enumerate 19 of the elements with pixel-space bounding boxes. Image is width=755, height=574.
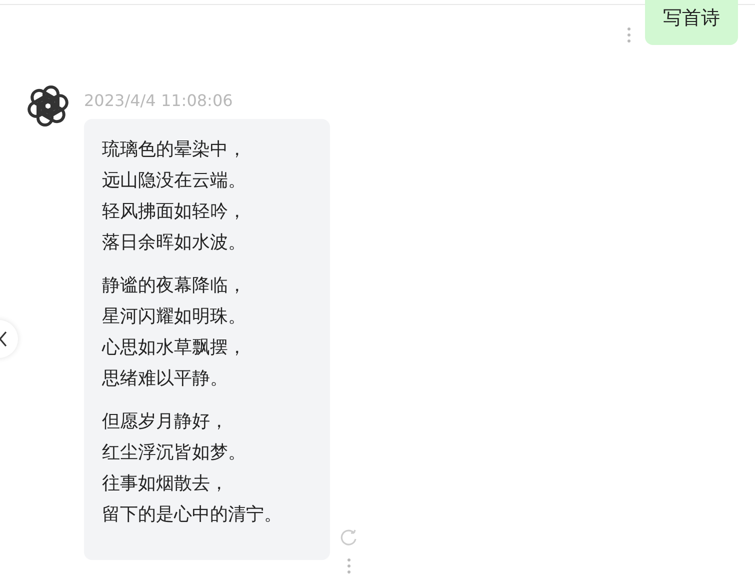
user-message: 写首诗 — [645, 0, 738, 45]
poem-line: 心思如水草飘摆， — [102, 336, 247, 360]
poem-line: 留下的是心中的清宁。 — [102, 503, 283, 527]
poem-line: 落日余晖如水波。 — [102, 231, 247, 255]
timestamp: 2023/4/4 11:08:06 — [84, 91, 234, 112]
poem-line: 但愿岁月静好， — [102, 410, 229, 434]
more-icon[interactable] — [347, 558, 351, 574]
chevron-left-icon — [0, 331, 8, 347]
poem-line: 星河闪耀如明珠。 — [102, 305, 247, 329]
poem-line: 远山隐没在云端。 — [102, 169, 247, 193]
poem-line: 往事如烟散去， — [102, 472, 229, 496]
poem-line: 静谧的夜幕降临， — [102, 274, 247, 298]
knot-icon — [27, 85, 69, 127]
poem-line: 思绪难以平静。 — [102, 367, 229, 391]
poem-line: 红尘浮沉皆如梦。 — [102, 441, 247, 465]
more-icon[interactable] — [627, 27, 631, 43]
poem-line: 琉璃色的晕染中， — [102, 138, 247, 162]
refresh-icon[interactable] — [340, 528, 358, 546]
poem-line: 轻风拂面如轻吟， — [102, 200, 247, 224]
